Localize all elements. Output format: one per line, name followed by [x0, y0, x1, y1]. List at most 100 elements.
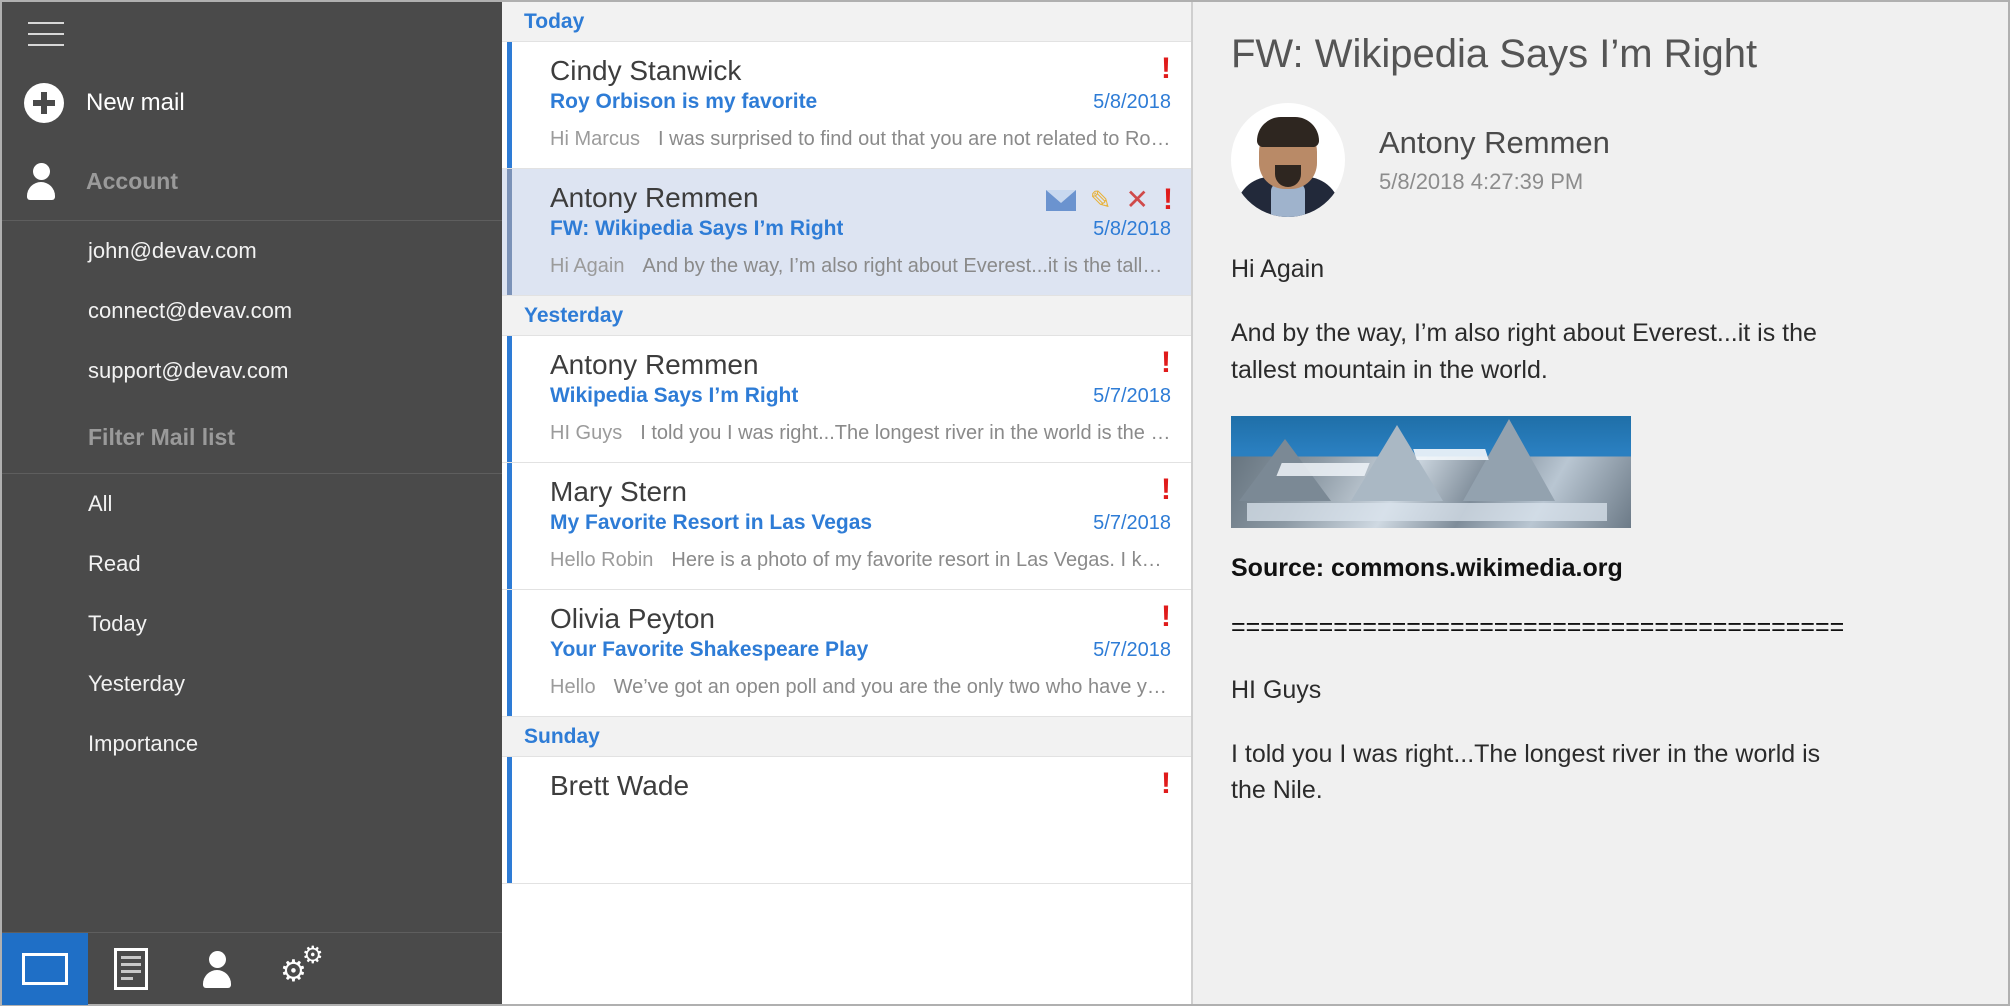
mail-sender: Antony Remmen [550, 349, 759, 380]
mail-preview-lead: Hi Again [550, 254, 625, 277]
gears-icon: ⚙ ⚙ [280, 942, 324, 988]
hamburger-bar [28, 33, 64, 35]
mail-sender: Olivia Peyton [550, 603, 715, 634]
mail-preview-text: I was surprised to find out that you are… [658, 127, 1171, 150]
account-label: Account [86, 167, 178, 194]
mail-preview-lead: Hello [550, 675, 596, 698]
account-section-header[interactable]: Account [2, 142, 502, 220]
row-accent-bar [507, 590, 512, 716]
preview-subject-title: FW: Wikipedia Says I’m Right [1231, 32, 1758, 76]
mail-date: 5/7/2018 [1093, 638, 1171, 661]
hamburger-bar [28, 22, 64, 24]
new-mail-button[interactable]: New mail [2, 64, 502, 142]
importance-icon: ! [1163, 183, 1173, 216]
mail-group-header-today: Today [502, 2, 1191, 42]
mail-date: 5/7/2018 [1093, 384, 1171, 407]
nav-settings-button[interactable]: ⚙ ⚙ [260, 933, 346, 1005]
sidebar-filter-all[interactable]: All [2, 474, 502, 534]
preview-timestamp: 5/8/2018 4:27:39 PM [1379, 169, 1584, 194]
importance-icon: ! [1161, 346, 1171, 379]
nav-documents-button[interactable] [88, 933, 174, 1005]
sidebar-account-connect[interactable]: connect@devav.com [2, 281, 502, 341]
mail-application-window: New mail Account john@devav.com connect@… [0, 0, 2010, 1006]
person-icon [200, 949, 234, 989]
sidebar-filter-read[interactable]: Read [2, 534, 502, 594]
sidebar: New mail Account john@devav.com connect@… [2, 2, 502, 1005]
mail-preview-pane: FW: Wikipedia Says I’m Right Antony Remm… [1192, 2, 2008, 1004]
mail-date: 5/8/2018 [1093, 90, 1171, 113]
sidebar-filter-importance[interactable]: Importance [2, 714, 502, 774]
nav-contacts-button[interactable] [174, 933, 260, 1005]
sidebar-account-john[interactable]: john@devav.com [2, 221, 502, 281]
sidebar-filter-today[interactable]: Today [2, 594, 502, 654]
mail-preview-text: And by the way, I’m also right about Eve… [642, 254, 1172, 277]
preview-source-line: Source: commons.wikimedia.org [1231, 553, 1623, 582]
importance-icon: ! [1161, 52, 1171, 85]
importance-icon: ! [1161, 473, 1171, 506]
row-accent-bar [507, 169, 512, 295]
row-accent-bar [507, 336, 512, 462]
mail-date: 5/7/2018 [1093, 511, 1171, 534]
avatar [1231, 103, 1345, 217]
mail-preview: Hi Marcus I was surprised to find out tha… [550, 128, 1171, 151]
mail-preview-text: We’ve got an open poll and you are the o… [613, 675, 1171, 698]
plus-circle-icon [24, 83, 86, 123]
bottom-navigation-bar: ⚙ ⚙ [2, 932, 502, 1005]
document-icon [114, 948, 148, 990]
mail-group-header-yesterday: Yesterday [502, 296, 1191, 336]
row-accent-bar [507, 42, 512, 168]
preview-body-paragraph-2: I told you I was right...The longest riv… [1231, 740, 1821, 805]
mail-preview-lead: HI Guys [550, 421, 623, 444]
importance-icon: ! [1161, 767, 1171, 800]
sidebar-account-support[interactable]: support@devav.com [2, 341, 502, 401]
preview-greeting: Hi Again [1231, 255, 1325, 283]
mail-preview: Hello Robin Here is a photo of my favorit… [550, 549, 1171, 572]
preview-sender-block: Antony Remmen 5/8/2018 4:27:39 PM [1231, 103, 1966, 217]
preview-body-paragraph-1: And by the way, I’m also right about Eve… [1231, 319, 1817, 384]
row-accent-bar [507, 757, 512, 883]
nav-mail-button[interactable] [2, 933, 88, 1005]
mail-preview: HI Guys I told you I was right...The long… [550, 422, 1171, 445]
close-icon[interactable]: ✕ [1126, 186, 1149, 214]
mail-list[interactable]: Today ! Cindy Stanwick Roy Orbison is my… [502, 2, 1192, 1004]
pencil-icon[interactable]: ✎ [1090, 187, 1112, 213]
sidebar-filter-yesterday[interactable]: Yesterday [2, 654, 502, 714]
mail-list-item[interactable]: ! Mary Stern My Favorite Resort in Las V… [502, 463, 1191, 590]
mount-everest-photo [1231, 415, 1631, 528]
mail-date: 5/8/2018 [1093, 217, 1171, 240]
preview-greeting-2: HI Guys [1231, 675, 1322, 704]
mail-preview-text: I told you I was right...The longest riv… [640, 421, 1171, 444]
mail-sender: Brett Wade [550, 770, 690, 801]
mail-subject: My Favorite Resort in Las Vegas [550, 510, 873, 534]
mail-list-item[interactable]: ! Brett Wade [502, 757, 1191, 884]
mail-list-item[interactable]: ! Antony Remmen Wikipedia Says I’m Right… [502, 336, 1191, 463]
mail-sender: Cindy Stanwick [550, 55, 742, 86]
mail-preview-lead: Hi Marcus [550, 127, 641, 150]
envelope-icon[interactable] [1045, 189, 1076, 211]
mail-preview: Hi Again And by the way, I’m also right a… [550, 255, 1171, 278]
mail-subject: Wikipedia Says I’m Right [550, 383, 799, 407]
mail-group-header-sunday: Sunday [502, 717, 1191, 757]
mail-preview-lead: Hello Robin [550, 548, 654, 571]
preview-sender-name: Antony Remmen [1379, 125, 1610, 160]
mail-subject: FW: Wikipedia Says I’m Right [550, 216, 844, 240]
person-icon [24, 161, 86, 201]
mail-preview: Hello We’ve got an open poll and you are … [550, 676, 1171, 699]
mail-preview-text: Here is a photo of my favorite resort in… [671, 548, 1171, 571]
filter-mail-list-header: Filter Mail list [88, 423, 235, 450]
importance-icon: ! [1161, 600, 1171, 633]
mail-subject: Roy Orbison is my favorite [550, 89, 818, 113]
mail-subject: Your Favorite Shakespeare Play [550, 637, 869, 661]
hamburger-menu-icon[interactable] [2, 2, 502, 64]
mail-list-item[interactable]: ! Olivia Peyton Your Favorite Shakespear… [502, 590, 1191, 717]
mail-list-item-selected[interactable]: ✎ ✕ ! Antony Remmen FW: Wikipedia Says I… [502, 169, 1191, 296]
mail-row-actions: ✎ ✕ ! [1045, 183, 1173, 216]
preview-divider-line: ========================================… [1231, 612, 1845, 641]
row-accent-bar [507, 463, 512, 589]
new-mail-label: New mail [86, 89, 185, 116]
envelope-icon [22, 953, 68, 985]
hamburger-bar [28, 44, 64, 46]
mail-list-item[interactable]: ! Cindy Stanwick Roy Orbison is my favor… [502, 42, 1191, 169]
mail-sender: Mary Stern [550, 476, 687, 507]
